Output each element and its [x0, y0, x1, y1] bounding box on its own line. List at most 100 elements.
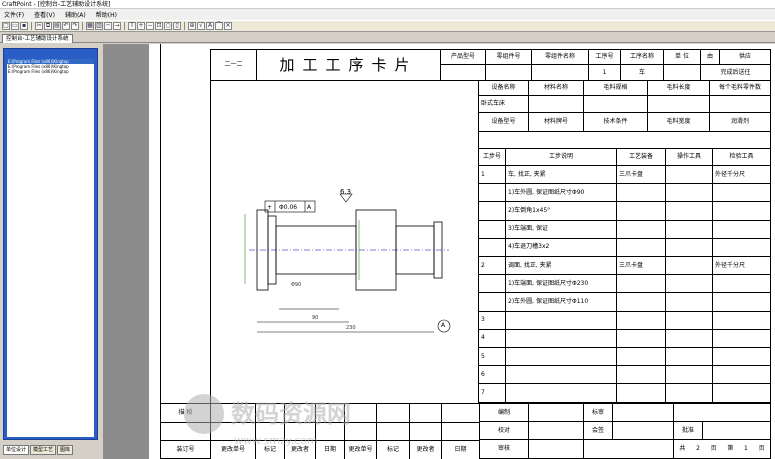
value-std-review[interactable] [612, 403, 674, 422]
step-inspect-cell[interactable] [712, 237, 771, 257]
step-tool-cell[interactable] [665, 165, 713, 185]
circle-icon[interactable]: ○ [164, 22, 172, 30]
tab-console[interactable]: 控制台-工艺辅助设计系统 [2, 34, 73, 43]
step-equip-cell[interactable] [616, 383, 666, 403]
line-icon[interactable]: ─ [104, 22, 112, 30]
value-countersign[interactable] [612, 421, 674, 440]
copy-icon[interactable]: ⧉ [44, 22, 52, 30]
step-equip-cell[interactable] [616, 328, 666, 348]
value-process-name[interactable]: 车 [620, 64, 664, 81]
save-icon[interactable]: ▪ [20, 22, 28, 30]
symbol-icon[interactable]: ⊕ [188, 22, 196, 30]
zoom-out-icon[interactable]: − [146, 22, 154, 30]
step-equip-cell[interactable]: 三爪卡盘 [616, 256, 666, 276]
step-desc-cell[interactable]: 调面, 找正, 夹紧 [505, 256, 617, 276]
undo-icon[interactable]: ↶ [62, 22, 70, 30]
step-inspect-cell[interactable] [712, 365, 771, 385]
file-list[interactable]: E:\Program Files (x86)\Kingtop E:\Progra… [7, 59, 94, 437]
step-tool-cell[interactable] [665, 383, 713, 403]
step-tool-cell[interactable] [665, 328, 713, 348]
value-product-model[interactable] [440, 64, 486, 81]
step-tool-cell[interactable] [665, 292, 713, 312]
tab-unit-design[interactable]: 单位设计 [3, 445, 30, 455]
step-desc-cell[interactable]: 车, 找正, 夹紧 [505, 165, 617, 185]
step-desc-cell[interactable] [505, 365, 617, 385]
step-equip-cell[interactable] [616, 201, 666, 221]
fit-icon[interactable]: ⊡ [155, 22, 163, 30]
step-no-cell[interactable]: 4 [478, 328, 506, 348]
step-tool-cell[interactable] [665, 183, 713, 203]
paste-icon[interactable]: ▤ [53, 22, 61, 30]
menu-file[interactable]: 文件(F) [2, 10, 26, 19]
value-design[interactable] [528, 403, 584, 422]
step-desc-cell[interactable] [505, 383, 617, 403]
menu-assist[interactable]: 辅助(A) [63, 10, 88, 19]
delete-icon[interactable]: ✕ [224, 22, 232, 30]
step-no-cell[interactable]: 7 [478, 383, 506, 403]
step-no-cell[interactable]: 2 [478, 256, 506, 276]
value-check[interactable] [528, 421, 584, 440]
step-equip-cell[interactable] [616, 292, 666, 312]
step-no-cell[interactable] [478, 219, 506, 239]
tab-model-process[interactable]: 模型工艺 [30, 445, 57, 455]
zoom-in-icon[interactable]: + [137, 22, 145, 30]
step-no-cell[interactable] [478, 274, 506, 294]
step-inspect-cell[interactable] [712, 183, 771, 203]
step-no-cell[interactable] [478, 237, 506, 257]
weld-icon[interactable]: ⌒ [215, 22, 223, 30]
step-no-cell[interactable]: 1 [478, 165, 506, 185]
menu-view[interactable]: 查看(V) [32, 10, 57, 19]
step-tool-cell[interactable] [665, 201, 713, 221]
step-tool-cell[interactable] [665, 365, 713, 385]
step-equip-cell[interactable]: 三爪卡盘 [616, 165, 666, 185]
step-inspect-cell[interactable] [712, 219, 771, 239]
step-no-cell[interactable] [478, 292, 506, 312]
grid-icon[interactable]: ▥ [95, 22, 103, 30]
new-icon[interactable]: □ [2, 22, 10, 30]
step-inspect-cell[interactable] [712, 292, 771, 312]
step-inspect-cell[interactable] [712, 274, 771, 294]
tab-library[interactable]: 图库 [57, 445, 74, 455]
value-per-blank[interactable] [709, 95, 771, 113]
step-tool-cell[interactable] [665, 219, 713, 239]
surface-icon[interactable]: √ [197, 22, 205, 30]
step-desc-cell[interactable]: 2)车倒角1x45° [505, 201, 617, 221]
step-no-cell[interactable]: 6 [478, 365, 506, 385]
open-icon[interactable]: ▭ [11, 22, 19, 30]
step-inspect-cell[interactable] [712, 310, 771, 330]
step-no-cell[interactable] [478, 183, 506, 203]
footer-change-cell[interactable] [441, 403, 480, 423]
step-desc-cell[interactable]: 1)车外圆, 保证图纸尺寸Φ90 [505, 183, 617, 203]
step-inspect-cell[interactable]: 外径千分尺 [712, 256, 771, 276]
value-approve[interactable] [702, 421, 771, 440]
redo-icon[interactable]: ↷ [71, 22, 79, 30]
step-desc-cell[interactable] [505, 310, 617, 330]
list-item[interactable]: E:\Program Files (x86)\Kingtop [7, 69, 94, 74]
step-desc-cell[interactable]: 3)车端面, 保证 [505, 219, 617, 239]
value-material-name[interactable] [528, 95, 584, 113]
step-desc-cell[interactable]: 1)车端面, 保证图纸尺寸Φ230 [505, 274, 617, 294]
footer-change-cell[interactable] [441, 421, 480, 441]
step-inspect-cell[interactable] [712, 347, 771, 367]
cut-icon[interactable]: ✂ [35, 22, 43, 30]
value-review[interactable] [528, 439, 584, 459]
step-no-cell[interactable]: 5 [478, 347, 506, 367]
step-inspect-cell[interactable] [712, 383, 771, 403]
value-blank-spec[interactable] [583, 95, 648, 113]
step-tool-cell[interactable] [665, 237, 713, 257]
rect-icon[interactable]: ▯ [173, 22, 181, 30]
arrow-icon[interactable]: → [113, 22, 121, 30]
value-part-name[interactable] [531, 64, 589, 81]
step-inspect-cell[interactable] [712, 201, 771, 221]
step-tool-cell[interactable] [665, 347, 713, 367]
step-equip-cell[interactable] [616, 310, 666, 330]
step-equip-cell[interactable] [616, 219, 666, 239]
value-equipment-name[interactable]: 卧式车床 [478, 95, 529, 113]
step-equip-cell[interactable] [616, 347, 666, 367]
table-icon[interactable]: ▦ [86, 22, 94, 30]
step-inspect-cell[interactable] [712, 328, 771, 348]
step-inspect-cell[interactable]: 外径千分尺 [712, 165, 771, 185]
step-no-cell[interactable] [478, 201, 506, 221]
step-equip-cell[interactable] [616, 237, 666, 257]
step-desc-cell[interactable]: 2)车外圆, 保证图纸尺寸Φ110 [505, 292, 617, 312]
